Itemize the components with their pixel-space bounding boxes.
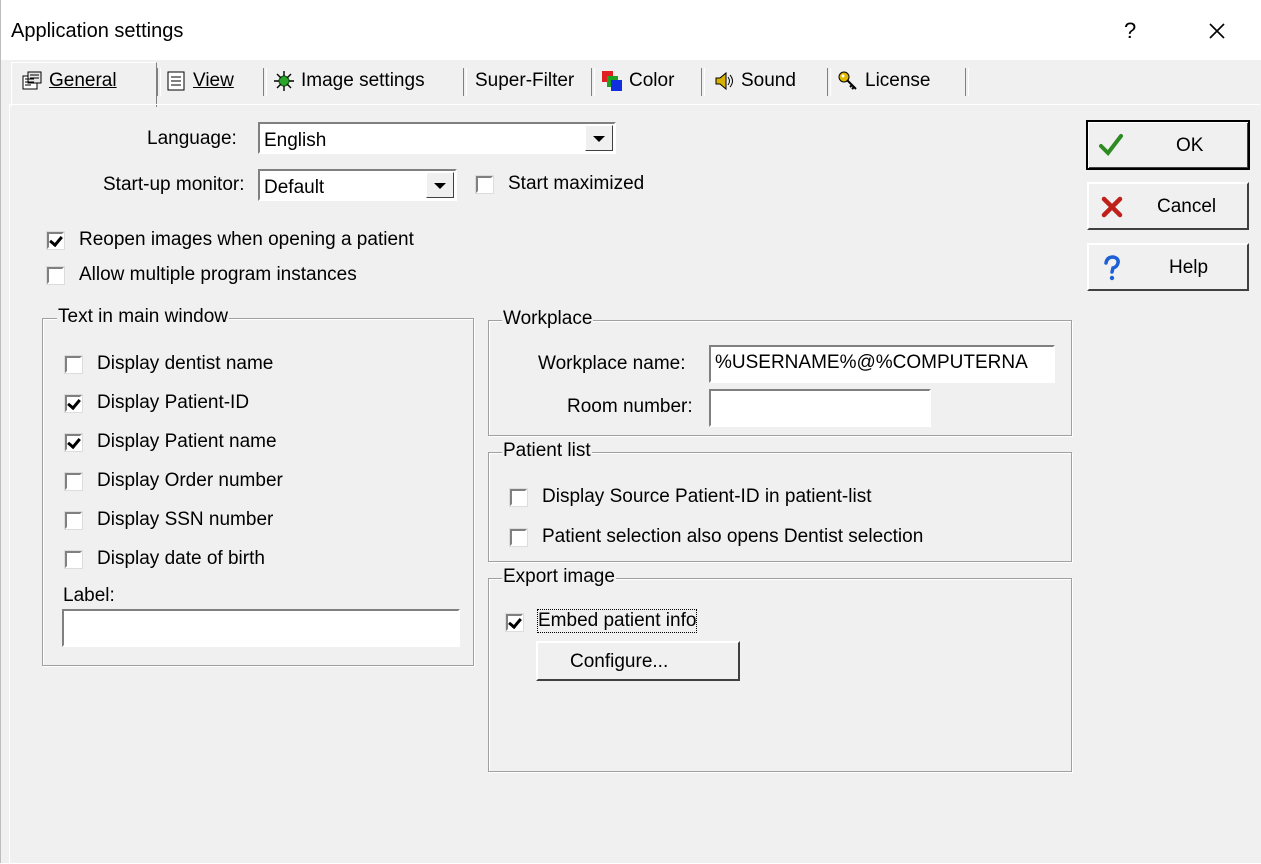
display-order-number-label: Display Order number xyxy=(97,470,283,491)
tab-color-label: Color xyxy=(629,70,675,91)
tab-separator xyxy=(463,68,467,96)
display-patient-name-checkbox[interactable] xyxy=(64,433,83,452)
startup-monitor-label: Start-up monitor: xyxy=(103,174,245,195)
tab-sound[interactable]: Sound xyxy=(713,64,796,98)
tab-license[interactable]: License xyxy=(837,64,931,98)
display-ssn-number-checkbox[interactable] xyxy=(64,511,83,530)
startup-monitor-value: Default xyxy=(264,177,325,198)
ok-button[interactable]: OK xyxy=(1086,120,1250,170)
cancel-x-icon xyxy=(1099,194,1125,220)
cancel-button[interactable]: Cancel xyxy=(1087,182,1249,230)
tab-separator xyxy=(263,68,267,96)
start-maximized-label: Start maximized xyxy=(508,173,645,194)
tab-color[interactable]: Color xyxy=(601,64,674,98)
workplace-title: Workplace xyxy=(502,308,594,330)
patient-selection-opens-dentist-checkbox[interactable] xyxy=(509,528,528,547)
color-squares-icon xyxy=(601,70,623,92)
label-input[interactable] xyxy=(62,609,460,647)
tab-separator xyxy=(827,68,831,96)
ok-button-label: OK xyxy=(1176,135,1204,156)
configure-button-label: Configure... xyxy=(570,651,669,672)
display-source-patient-id-checkbox[interactable] xyxy=(509,488,528,507)
close-icon xyxy=(1209,23,1225,39)
embed-patient-info-checkbox[interactable] xyxy=(505,613,524,632)
general-settings-icon xyxy=(21,70,43,92)
patient-selection-opens-dentist-label: Patient selection also opens Dentist sel… xyxy=(542,526,924,547)
help-title-button[interactable]: ? xyxy=(1124,18,1136,44)
tab-separator xyxy=(157,68,161,96)
start-maximized-checkbox[interactable] xyxy=(475,175,494,194)
display-source-patient-id-label: Display Source Patient-ID in patient-lis… xyxy=(542,486,872,507)
tab-view-label: View xyxy=(193,70,234,91)
tab-separator xyxy=(591,68,595,96)
display-patient-id-label: Display Patient-ID xyxy=(97,392,250,413)
question-mark-icon xyxy=(1099,255,1125,281)
tab-general[interactable]: General xyxy=(21,64,117,98)
tab-sound-label: Sound xyxy=(741,70,796,91)
configure-button[interactable]: Configure... xyxy=(536,641,740,681)
display-date-of-birth-checkbox[interactable] xyxy=(64,550,83,569)
display-date-of-birth-label: Display date of birth xyxy=(97,548,265,569)
view-document-icon xyxy=(165,70,187,92)
key-icon xyxy=(837,70,859,92)
reopen-images-label: Reopen images when opening a patient xyxy=(79,229,414,250)
help-button[interactable]: Help xyxy=(1087,243,1249,291)
text-main-window-title: Text in main window xyxy=(57,306,230,328)
tab-super-filter[interactable]: Super-Filter xyxy=(475,64,574,98)
label-caption: Label: xyxy=(63,585,115,606)
checkmark-icon xyxy=(1098,132,1124,158)
window-title: Application settings xyxy=(11,20,184,42)
display-patient-id-checkbox[interactable] xyxy=(64,394,83,413)
allow-multiple-checkbox[interactable] xyxy=(46,266,65,285)
tab-separator xyxy=(701,68,705,96)
allow-multiple-label: Allow multiple program instances xyxy=(79,264,357,285)
tab-general-label: General xyxy=(49,70,117,91)
display-ssn-number-label: Display SSN number xyxy=(97,509,274,530)
reopen-images-checkbox[interactable] xyxy=(46,231,65,250)
cancel-button-label: Cancel xyxy=(1157,196,1217,217)
tab-super-filter-label: Super-Filter xyxy=(475,70,575,91)
title-bar: Application settings ? xyxy=(1,0,1261,60)
room-number-label: Room number: xyxy=(567,396,693,417)
display-patient-name-label: Display Patient name xyxy=(97,431,277,452)
workplace-name-input[interactable]: %USERNAME%@%COMPUTERNA xyxy=(709,345,1055,383)
workplace-name-label: Workplace name: xyxy=(538,353,686,374)
display-order-number-checkbox[interactable] xyxy=(64,472,83,491)
patient-list-title: Patient list xyxy=(502,440,592,462)
language-value: English xyxy=(264,130,327,151)
help-button-label: Help xyxy=(1169,257,1209,278)
close-button[interactable] xyxy=(1197,14,1237,50)
tab-image-settings-label: Image settings xyxy=(301,70,425,91)
display-dentist-name-label: Display dentist name xyxy=(97,353,274,374)
settings-window: Application settings ? General View Imag… xyxy=(0,0,1261,864)
tab-image-settings[interactable]: Image settings xyxy=(273,64,425,98)
language-select[interactable]: English xyxy=(258,122,616,154)
room-number-input[interactable] xyxy=(709,389,931,427)
tab-view[interactable]: View xyxy=(165,64,234,98)
tab-separator xyxy=(965,68,969,96)
tab-license-label: License xyxy=(865,70,931,91)
chevron-down-icon[interactable] xyxy=(426,172,454,198)
startup-monitor-select[interactable]: Default xyxy=(258,169,457,201)
display-dentist-name-checkbox[interactable] xyxy=(64,355,83,374)
speaker-icon xyxy=(713,70,735,92)
chevron-down-icon[interactable] xyxy=(585,125,613,151)
bug-image-icon xyxy=(273,70,295,92)
export-image-title: Export image xyxy=(502,566,616,588)
language-label: Language: xyxy=(147,128,237,149)
embed-patient-info-label: Embed patient info xyxy=(536,609,698,633)
